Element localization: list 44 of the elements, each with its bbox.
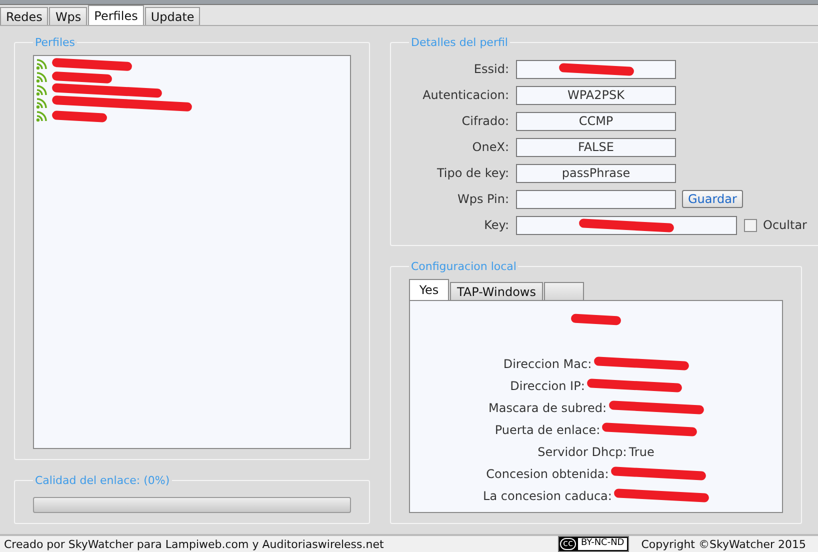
field-label: Key: xyxy=(483,218,510,232)
value-field: CCMP xyxy=(516,112,676,130)
tab[interactable] xyxy=(544,282,584,300)
profile-list[interactable] xyxy=(33,55,351,449)
info-label: La concesion caduca: xyxy=(483,488,612,502)
field-label: Essid: xyxy=(472,62,510,76)
info-label: Puerta de enlace: xyxy=(494,422,600,436)
copyright-text: Copyright ©SkyWatcher 2015 xyxy=(641,538,806,550)
field-label: OneX: xyxy=(471,140,510,154)
info-label: Concesion obtenida: xyxy=(486,466,609,480)
panel-title: Calidad del enlace: (0%) xyxy=(34,474,171,487)
field-label: Tipo de key: xyxy=(436,166,510,180)
tab[interactable]: Perfiles xyxy=(88,5,144,25)
info-label: Servidor Dhcp: xyxy=(538,444,627,458)
panel-title: Detalles del perfil xyxy=(410,36,509,49)
tab[interactable]: Redes xyxy=(0,7,48,25)
info-label: Direccion Mac: xyxy=(503,356,592,370)
info-value: True xyxy=(628,444,654,458)
field-label: Cifrado: xyxy=(460,114,510,128)
checkbox-label: Ocultar xyxy=(763,218,807,232)
tab[interactable]: Update xyxy=(144,7,200,25)
redaction-mark xyxy=(570,314,622,326)
credit-text: Creado por SkyWatcher para Lampiweb.com y Auditoriaswireless.net xyxy=(4,538,384,550)
panel-title: Configuracion local xyxy=(410,260,518,273)
panel-title: Perfiles xyxy=(34,36,76,49)
save-button[interactable]: Guardar xyxy=(682,190,743,208)
signal-icon xyxy=(36,98,48,109)
input-field[interactable] xyxy=(516,190,676,208)
value-field: FALSE xyxy=(516,138,676,156)
signal-icon xyxy=(36,72,48,83)
tab[interactable]: Yes xyxy=(409,279,449,300)
signal-icon xyxy=(36,59,48,70)
tab[interactable]: Wps xyxy=(49,7,88,25)
tab[interactable]: TAP-Windows xyxy=(450,282,543,300)
checkbox[interactable] xyxy=(744,218,757,232)
signal-icon xyxy=(36,111,48,122)
info-label: Direccion IP: xyxy=(510,378,585,392)
field-label: Autenticacion: xyxy=(422,88,510,102)
license-badge: cc BY-NC-ND xyxy=(558,536,630,552)
field-label: Wps Pin: xyxy=(456,192,510,206)
value-field: passPhrase xyxy=(516,164,676,182)
signal-icon xyxy=(36,85,48,96)
info-label: Mascara de subred: xyxy=(488,400,606,414)
value-field: WPA2PSK xyxy=(516,86,676,104)
